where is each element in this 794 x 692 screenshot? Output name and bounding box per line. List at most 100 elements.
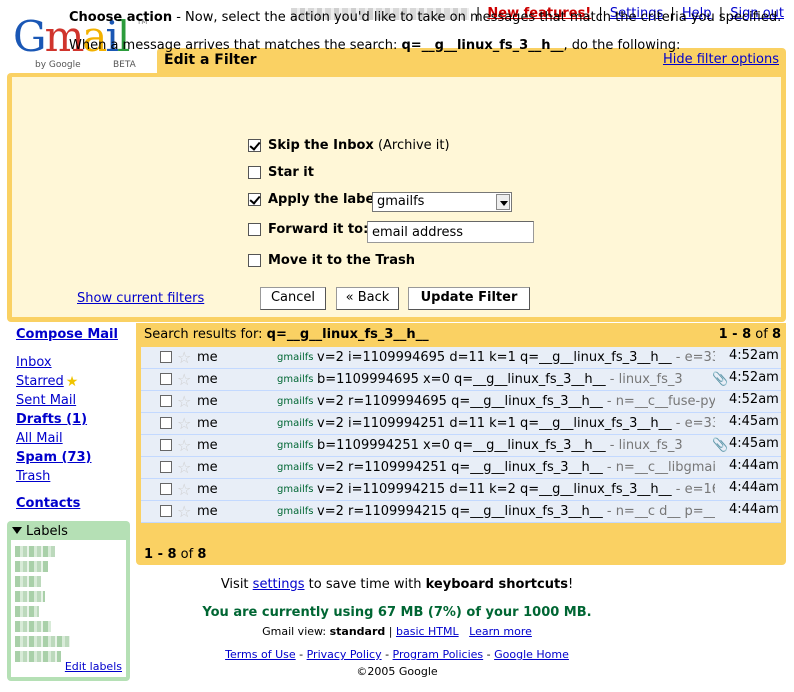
- option-apply-label[interactable]: Apply the label:: [248, 192, 384, 214]
- update-filter-button[interactable]: Update Filter: [408, 287, 530, 310]
- message-row[interactable]: ☆ me gmailfs v=2 i=1109994695 d=11 k=1 q=__…: [141, 347, 781, 369]
- message-time: 4:44am: [729, 502, 779, 517]
- star-icon[interactable]: ☆: [177, 436, 191, 455]
- message-checkbox[interactable]: [160, 439, 172, 451]
- contacts-link[interactable]: Contacts: [16, 496, 80, 511]
- label-item-blurred[interactable]: [15, 561, 48, 572]
- footer-links: Terms of Use - Privacy Policy - Program …: [0, 648, 794, 661]
- spam-link[interactable]: Spam (73): [16, 450, 92, 465]
- results-range: 1 - 8: [718, 327, 752, 342]
- option-sublabel: (Archive it): [373, 138, 450, 153]
- choose-action-heading: Choose action: [69, 10, 173, 25]
- view-separator: |: [385, 625, 396, 638]
- all-mail-link[interactable]: All Mail: [16, 431, 63, 446]
- footer-dash: -: [483, 648, 495, 661]
- privacy-link[interactable]: Privacy Policy: [307, 648, 382, 661]
- option-skip-inbox[interactable]: Skip the Inbox (Archive it): [248, 138, 450, 160]
- when-message-text: When a message arrives that matches the …: [69, 38, 680, 53]
- label-select-value: gmailfs: [377, 194, 425, 209]
- star-icon[interactable]: ☆: [177, 392, 191, 411]
- label-select[interactable]: gmailfs: [372, 192, 512, 212]
- google-home-link[interactable]: Google Home: [494, 648, 569, 661]
- message-label-tag: gmailfs: [277, 352, 314, 363]
- filter-title: Edit a Filter: [164, 52, 257, 68]
- message-time: 4:52am: [729, 392, 779, 407]
- program-policies-link[interactable]: Program Policies: [393, 648, 484, 661]
- results-of: of: [751, 327, 772, 342]
- option-star-it[interactable]: Star it: [248, 165, 314, 187]
- message-snippet: - linux_fs_3: [605, 372, 683, 387]
- skip-inbox-checkbox[interactable]: [248, 139, 261, 152]
- message-label-tag: gmailfs: [277, 440, 314, 451]
- option-forward[interactable]: Forward it to:: [248, 222, 368, 244]
- starred-link[interactable]: Starred: [16, 374, 64, 389]
- option-trash[interactable]: Move it to the Trash: [248, 253, 415, 275]
- sent-mail-link[interactable]: Sent Mail: [16, 393, 76, 408]
- cancel-button[interactable]: Cancel: [260, 287, 326, 310]
- star-it-checkbox[interactable]: [248, 166, 261, 179]
- footer-settings-link[interactable]: settings: [253, 577, 305, 592]
- star-icon[interactable]: ☆: [177, 370, 191, 389]
- message-checkbox[interactable]: [160, 351, 172, 363]
- message-checkbox[interactable]: [160, 461, 172, 473]
- message-label-tag: gmailfs: [277, 418, 314, 429]
- tip-bang: !: [567, 577, 574, 592]
- message-checkbox[interactable]: [160, 417, 172, 429]
- message-row[interactable]: ☆ me gmailfs b=1109994251 x=0 q=__g__linux_…: [141, 435, 781, 457]
- message-sender: me: [197, 372, 218, 387]
- logo-by-google: by Google: [35, 60, 81, 70]
- filter-search-query: q=__g__linux_fs_3__h__: [401, 38, 564, 53]
- option-label: Skip the Inbox: [268, 138, 374, 153]
- search-results-prefix: Search results for:: [144, 327, 267, 342]
- view-prefix: Gmail view:: [262, 625, 330, 638]
- message-row[interactable]: ☆ me gmailfs v=2 i=1109994251 d=11 k=1 q=__…: [141, 413, 781, 435]
- terms-link[interactable]: Terms of Use: [225, 648, 296, 661]
- label-item-blurred[interactable]: [15, 546, 55, 557]
- message-time: 4:44am: [729, 458, 779, 473]
- message-time: 4:45am: [729, 436, 779, 451]
- star-icon[interactable]: ☆: [177, 348, 191, 367]
- drafts-link[interactable]: Drafts (1): [16, 412, 87, 427]
- message-subject-line: v=2 i=1109994215 d=11 k=2 q=__g__linux_f…: [317, 482, 715, 497]
- option-label: Star it: [268, 165, 314, 180]
- message-row[interactable]: ☆ me gmailfs b=1109994695 x=0 q=__g__linux_…: [141, 369, 781, 391]
- view-standard: standard: [329, 625, 386, 638]
- message-subject: v=2 i=1109994695 d=11 k=1 q=__g__linux_f…: [317, 350, 672, 365]
- show-current-filters-link[interactable]: Show current filters: [77, 291, 204, 306]
- message-subject-line: v=2 r=1109994215 q=__g__linux_fs_3__h__ …: [317, 504, 715, 519]
- trash-checkbox[interactable]: [248, 254, 261, 267]
- message-checkbox[interactable]: [160, 483, 172, 495]
- message-row[interactable]: ☆ me gmailfs v=2 r=1109994695 q=__g__linux_…: [141, 391, 781, 413]
- learn-more-link[interactable]: Learn more: [469, 625, 532, 638]
- labels-header[interactable]: Labels: [12, 524, 68, 539]
- message-checkbox[interactable]: [160, 373, 172, 385]
- message-checkbox[interactable]: [160, 395, 172, 407]
- message-checkbox[interactable]: [160, 505, 172, 517]
- hide-filter-options-link[interactable]: Hide filter options: [663, 52, 779, 67]
- compose-mail-link[interactable]: Compose Mail: [16, 327, 118, 342]
- back-button[interactable]: « Back: [336, 287, 399, 310]
- label-item-blurred[interactable]: [15, 591, 45, 602]
- star-icon[interactable]: ☆: [177, 480, 191, 499]
- keyboard-shortcuts-tip: Visit settings to save time with keyboar…: [0, 577, 794, 592]
- message-row[interactable]: ☆ me gmailfs v=2 r=1109994215 q=__g__linux_…: [141, 501, 781, 523]
- star-icon[interactable]: ☆: [177, 458, 191, 477]
- message-subject-line: v=2 r=1109994695 q=__g__linux_fs_3__h__ …: [317, 394, 715, 409]
- forward-checkbox[interactable]: [248, 223, 261, 236]
- message-row[interactable]: ☆ me gmailfs v=2 i=1109994215 d=11 k=2 q=__…: [141, 479, 781, 501]
- star-icon[interactable]: ☆: [177, 414, 191, 433]
- star-icon[interactable]: ☆: [177, 502, 191, 521]
- results-count-top: 1 - 8 of 8: [719, 327, 781, 342]
- forward-email-input[interactable]: [367, 221, 534, 243]
- basic-html-link[interactable]: basic HTML: [396, 625, 459, 638]
- triangle-down-icon[interactable]: [12, 527, 22, 534]
- chevron-down-icon[interactable]: [496, 194, 510, 210]
- tip-keyboard: keyboard shortcuts: [425, 577, 568, 592]
- inbox-link[interactable]: Inbox: [16, 355, 52, 370]
- trash-link[interactable]: Trash: [16, 469, 50, 484]
- message-subject: v=2 r=1109994251 q=__g__linux_fs_3__h__: [317, 460, 603, 475]
- apply-label-checkbox[interactable]: [248, 193, 261, 206]
- message-row[interactable]: ☆ me gmailfs v=2 r=1109994251 q=__g__linux_…: [141, 457, 781, 479]
- starred-nav-item[interactable]: Starred ★: [16, 374, 78, 390]
- message-time: 4:52am: [729, 370, 779, 385]
